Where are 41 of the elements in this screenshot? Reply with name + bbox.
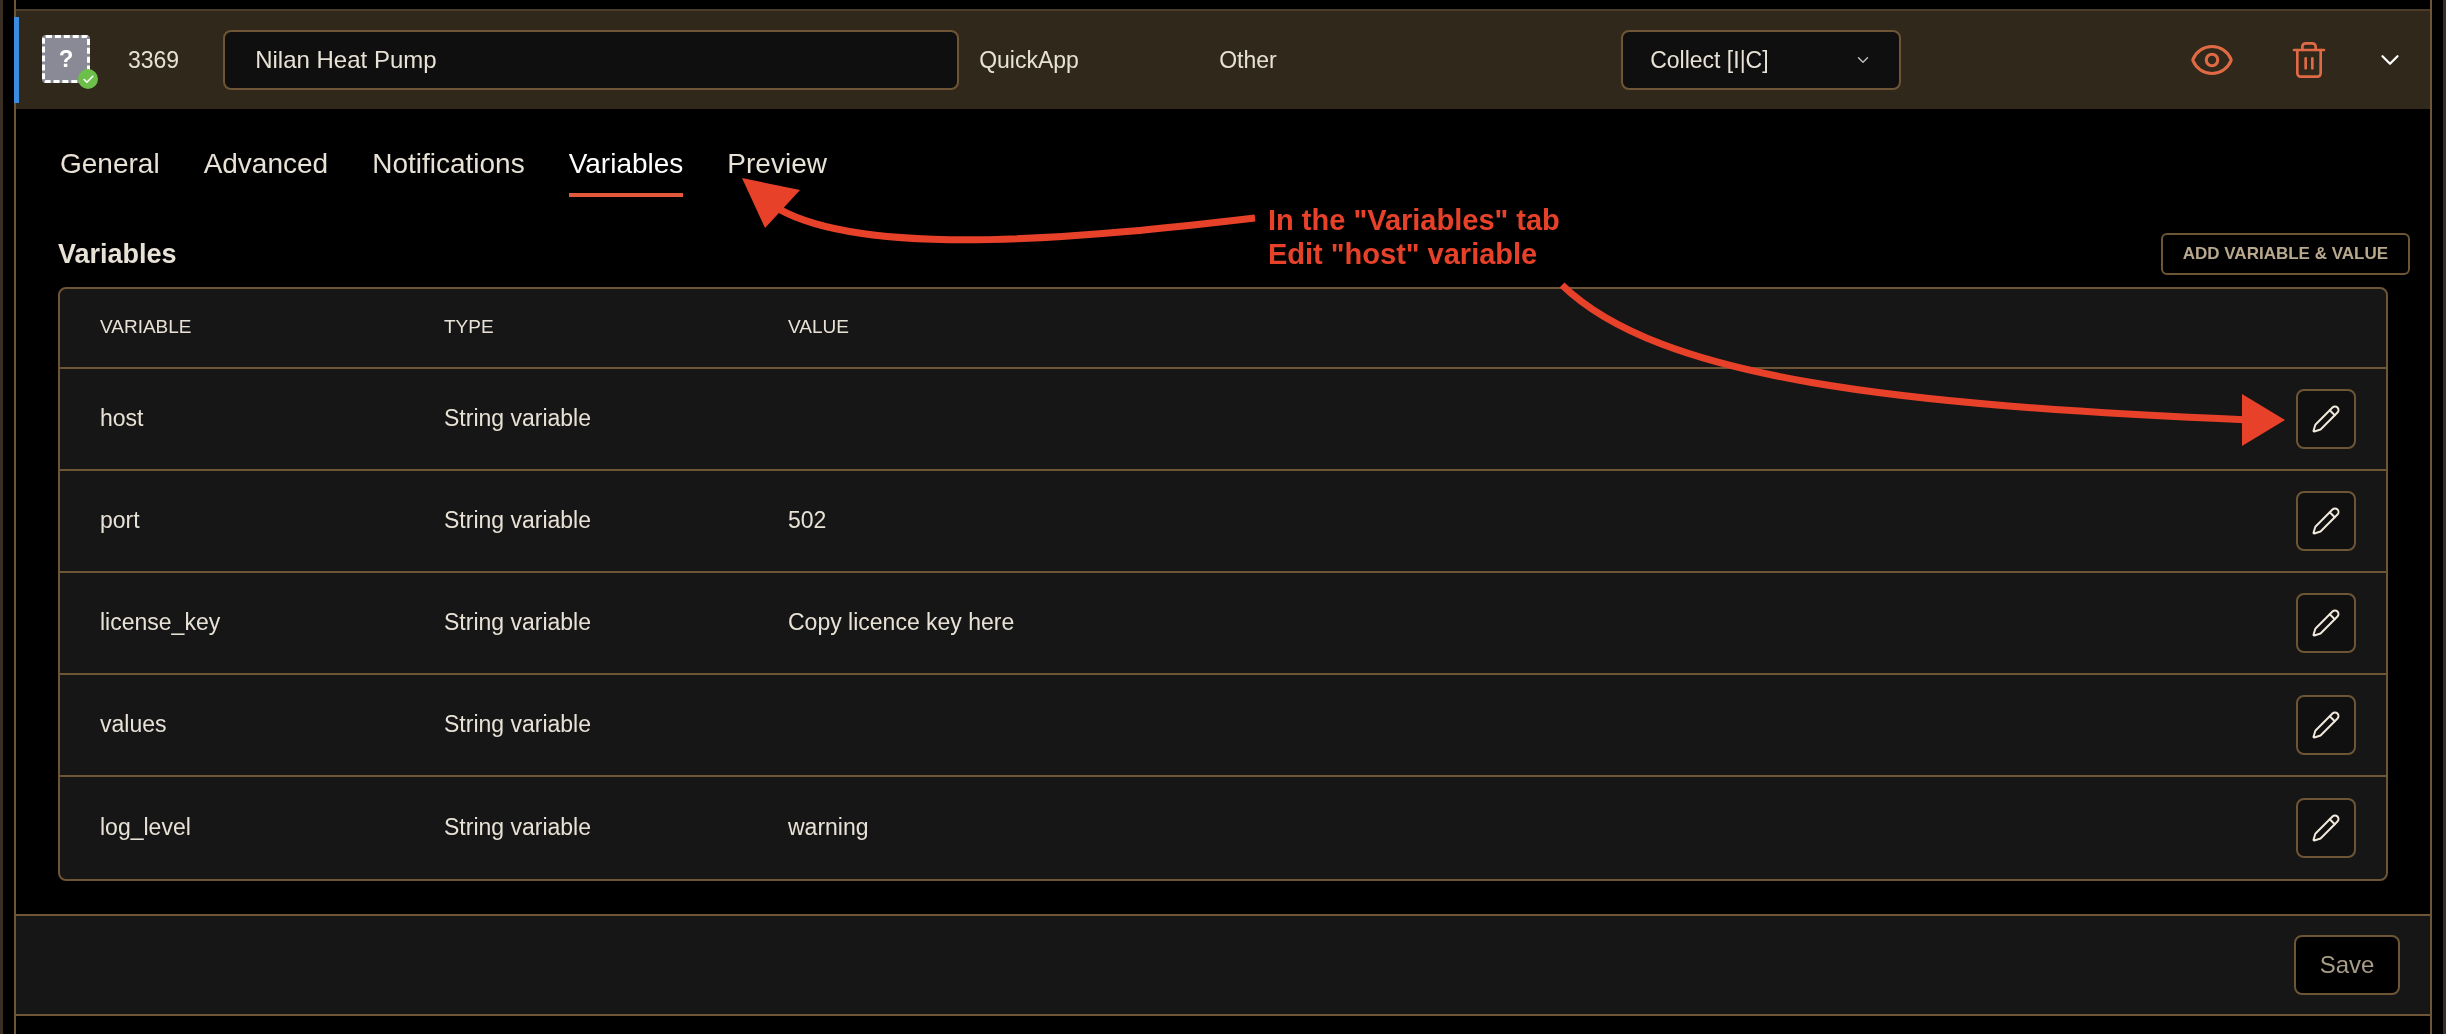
tab[interactable]: Preview: [727, 135, 827, 197]
edit-button[interactable]: [2296, 694, 2356, 755]
table-cell: 502: [788, 507, 827, 534]
pencil-icon: [2311, 812, 2341, 843]
table-cell-text: host: [100, 404, 145, 434]
table-cell-text: port: [100, 506, 141, 536]
table-cell-text: String variable: [444, 506, 593, 536]
edit-button[interactable]: [2296, 490, 2356, 551]
device-id: 3369: [128, 45, 180, 75]
table-cell-text: String variable: [444, 710, 593, 740]
tab[interactable]: Notifications: [372, 135, 525, 197]
table-cell-text: log_level: [100, 813, 192, 843]
column-header: VALUE: [788, 315, 850, 340]
table-cell-text: String variable: [444, 608, 593, 638]
pencil-icon: [2311, 607, 2341, 638]
save-button[interactable]: Save: [2294, 934, 2400, 995]
annotation-text: In the "Variables" tab Edit "host" variable: [1268, 203, 1560, 271]
add-variable-button[interactable]: ADD VARIABLE & VALUE: [2160, 233, 2410, 275]
table-cell: warning: [788, 814, 869, 841]
tab[interactable]: Advanced: [203, 135, 329, 197]
device-type: QuickApp: [979, 45, 1080, 75]
table-cell: Copy licence key here: [788, 609, 1015, 636]
pencil-icon: [2311, 403, 2341, 434]
table-cell-text: values: [100, 710, 168, 740]
pencil-icon: [2311, 505, 2341, 536]
column-header: VARIABLE: [100, 315, 193, 340]
column-header: TYPE: [444, 315, 495, 340]
tab[interactable]: Variables: [568, 135, 684, 197]
table-cell-text: String variable: [444, 404, 593, 434]
table-cell-text: license_key: [100, 608, 222, 638]
edit-button[interactable]: [2296, 388, 2356, 449]
device-name-field[interactable]: Nilan Heat Pump: [223, 30, 960, 90]
unknown-device-icon: ?: [42, 35, 90, 83]
edit-button[interactable]: [2296, 797, 2356, 858]
edit-button[interactable]: [2296, 592, 2356, 653]
section-title: Variables: [58, 237, 177, 271]
table-cell-text: String variable: [444, 813, 593, 843]
device-category: Other: [1219, 45, 1278, 75]
tab[interactable]: General: [60, 135, 160, 197]
mode-dropdown[interactable]: Collect [I|C]: [1621, 30, 1902, 90]
pencil-icon: [2311, 709, 2341, 740]
